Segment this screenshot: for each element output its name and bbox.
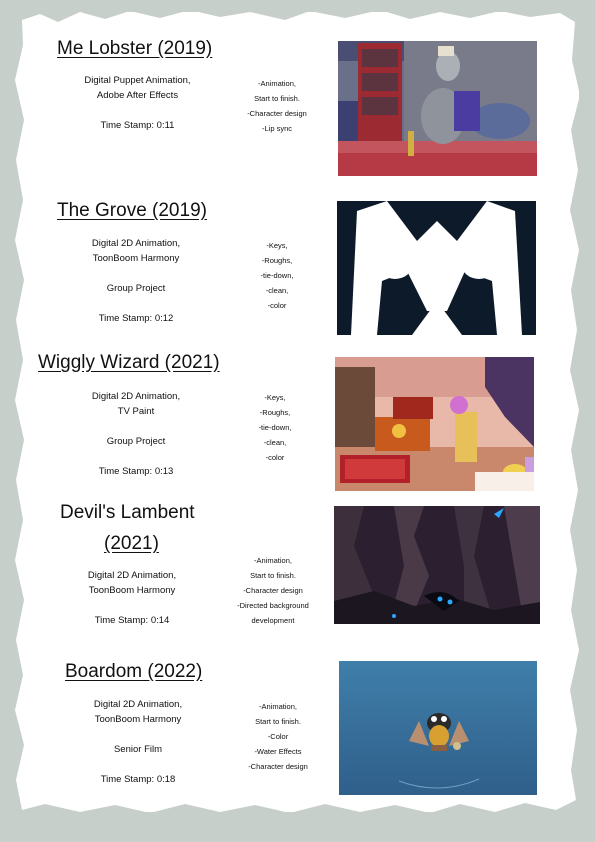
project-title: Me Lobster (2019) — [57, 38, 213, 59]
project-roles: -Animation, Start to finish. -Character … — [237, 556, 309, 625]
project-roles: -Keys, -Roughs, -tie-down, -clean, -colo… — [258, 393, 292, 462]
project-roles: -Keys, -Roughs, -tie-down, -clean, -colo… — [260, 241, 294, 310]
project-title-line2: (2021) — [104, 533, 159, 554]
project-details: Digital 2D Animation, ToonBoom Harmony S… — [93, 699, 183, 785]
project-details: Digital 2D Animation, ToonBoom Harmony T… — [87, 570, 177, 626]
underwater-diver-thumbnail — [339, 661, 537, 795]
wizard-room-thumbnail — [335, 357, 534, 491]
cave-creature-thumbnail — [334, 506, 540, 624]
project-details: Digital 2D Animation, TV Paint Group Pro… — [91, 391, 181, 477]
project-roles: -Animation, Start to finish. -Color -Wat… — [248, 702, 308, 771]
lobster-pirate-thumbnail — [338, 41, 537, 176]
mask-face-thumbnail — [337, 201, 536, 335]
project-details: Digital Puppet Animation, Adobe After Ef… — [84, 75, 191, 131]
project-title: Boardom (2022) — [65, 661, 203, 682]
project-title: Wiggly Wizard (2021) — [38, 352, 220, 373]
project-roles: -Animation, Start to finish. -Character … — [247, 79, 307, 133]
project-details: Digital 2D Animation, ToonBoom Harmony G… — [91, 238, 181, 324]
project-title: The Grove (2019) — [57, 200, 207, 221]
project-title-line1: Devil's Lambent — [60, 502, 195, 523]
